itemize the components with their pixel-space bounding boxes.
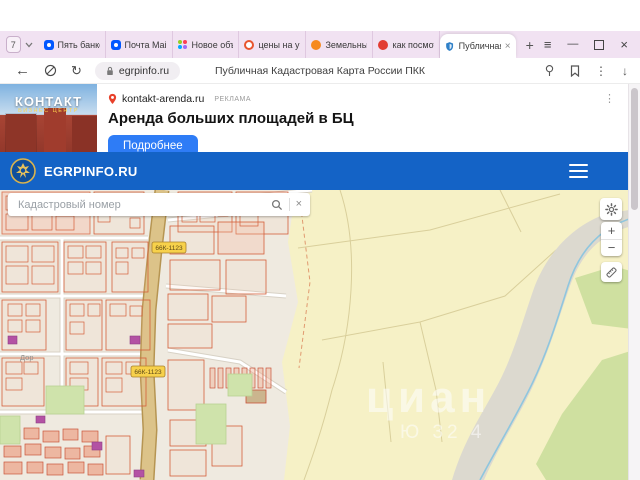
back-icon[interactable]: ← <box>15 63 30 78</box>
road-label-badge: 66К-1123 <box>151 241 187 254</box>
tab-label: Публичная <box>458 41 501 51</box>
ad-building-shape <box>6 114 36 152</box>
map-canvas[interactable]: 66К-1123 66К-1123 Дор циан Ю 32 4 <box>0 187 640 480</box>
page-title: Публичная Кадастровая Карта России ПКК <box>214 64 426 77</box>
cadastral-search-box[interactable]: × <box>8 193 310 216</box>
ad-image[interactable]: КОНТАКТ БИЗНЕС ЦЕНТР <box>0 84 97 152</box>
map-settings-button[interactable] <box>600 198 622 220</box>
minimize-icon[interactable]: — <box>567 39 578 50</box>
more-icon[interactable]: ⋮ <box>595 65 607 77</box>
tab-5[interactable]: Земельные уч <box>306 31 374 58</box>
zoom-controls: + − <box>601 222 622 256</box>
street-label: Дор <box>20 353 34 362</box>
tab-4[interactable]: цены на участ <box>239 31 307 58</box>
ad-banner[interactable]: КОНТАКТ БИЗНЕС ЦЕНТР kontakt-arenda.ru Р… <box>0 84 629 157</box>
measure-button[interactable] <box>601 262 622 282</box>
egrpinfo-emblem-icon <box>10 158 36 184</box>
new-tab-button[interactable]: + <box>526 37 534 53</box>
tab-active[interactable]: Публичная × <box>440 34 516 58</box>
ruler-icon <box>606 266 617 278</box>
tab-1[interactable]: Пять банков в <box>39 31 106 58</box>
search-icon[interactable] <box>271 199 283 211</box>
search-input[interactable] <box>16 197 271 212</box>
address-bar[interactable]: egrpinfo.ru <box>94 61 181 80</box>
tab-bar: 7 Пять банков в Почта Mail Новое объявл … <box>0 31 640 58</box>
tab-6[interactable]: как посмотрет <box>373 31 441 58</box>
browser-toolbar: ← ↻ egrpinfo.ru Публичная Кадастровая Ка… <box>0 58 640 84</box>
site-header: EGRPINFO.RU <box>0 152 640 190</box>
ad-headline[interactable]: Аренда больших площадей в БЦ <box>108 110 354 127</box>
tab-count-button[interactable]: 7 <box>6 36 21 53</box>
scrollbar-thumb[interactable] <box>631 88 638 210</box>
ad-building-shape <box>44 108 66 152</box>
tab-label: Почта Mail <box>124 39 167 50</box>
ad-label-badge: РЕКЛАМА <box>214 95 251 103</box>
svg-text:Ю 32 4: Ю 32 4 <box>400 422 485 443</box>
tab-count: 7 <box>10 39 16 50</box>
browser-menu-icon[interactable]: ≡ <box>544 38 552 51</box>
ring-favicon-icon <box>244 39 255 50</box>
gear-icon <box>604 202 618 216</box>
chevron-down-icon[interactable] <box>25 42 33 48</box>
svg-text:66К-1123: 66К-1123 <box>134 369 162 376</box>
tab-2[interactable]: Почта Mail <box>106 31 173 58</box>
svg-text:66К-1123: 66К-1123 <box>155 245 183 252</box>
search-divider <box>288 198 290 211</box>
zoom-in-button[interactable]: + <box>601 222 622 240</box>
tab-label: Земельные уч <box>325 39 367 50</box>
mail-favicon-icon <box>110 39 121 50</box>
tab-label: как посмотрет <box>392 39 434 50</box>
window-controls: ≡ — × <box>544 38 640 51</box>
close-icon[interactable]: × <box>620 38 628 51</box>
tab-label: Новое объявл <box>191 39 234 50</box>
ad-options-icon[interactable]: ⋮ <box>604 92 615 105</box>
tab-close-icon[interactable]: × <box>505 41 511 52</box>
ad-building-shape <box>72 116 97 152</box>
ad-image-title: КОНТАКТ <box>14 94 83 109</box>
page-scrollbar[interactable] <box>628 84 640 480</box>
svg-text:циан: циан <box>366 373 491 422</box>
classifieds-favicon-icon <box>177 39 188 50</box>
map-container: 66К-1123 66К-1123 Дор циан Ю 32 4 × <box>0 187 640 480</box>
lock-icon <box>107 66 113 75</box>
pin-icon[interactable] <box>544 64 555 77</box>
ad-domain[interactable]: kontakt-arenda.ru <box>122 93 204 105</box>
tab-label: Пять банков в <box>57 39 100 50</box>
bookmark-flag-icon[interactable] <box>570 64 580 77</box>
brand-title[interactable]: EGRPINFO.RU <box>44 164 138 179</box>
restore-icon[interactable] <box>594 39 605 50</box>
menu-hamburger-icon[interactable] <box>569 164 588 178</box>
protect-icon[interactable] <box>44 64 57 77</box>
download-icon[interactable]: ↓ <box>622 65 628 77</box>
ad-body: kontakt-arenda.ru РЕКЛАМА Аренда больших… <box>108 93 354 157</box>
tab-label: цены на участ <box>258 39 300 50</box>
reload-icon[interactable]: ↻ <box>71 64 82 77</box>
red-favicon-icon <box>378 39 389 50</box>
zoom-out-button[interactable]: − <box>601 240 622 257</box>
road-label-badge: 66К-1123 <box>130 365 166 378</box>
ad-image-subtitle: БИЗНЕС ЦЕНТР <box>18 108 79 114</box>
url-text: egrpinfo.ru <box>118 64 170 77</box>
toolbar-right-icons: ⋮ ↓ <box>544 64 632 77</box>
mail-favicon-icon <box>43 39 54 50</box>
browser-window: 7 Пять банков в Почта Mail Новое объявл … <box>0 0 640 480</box>
orange-favicon-icon <box>311 39 322 50</box>
clear-search-icon[interactable]: × <box>296 199 302 210</box>
shield-favicon-icon <box>446 41 454 51</box>
tab-3[interactable]: Новое объявл <box>173 31 240 58</box>
location-pin-icon <box>108 93 117 104</box>
